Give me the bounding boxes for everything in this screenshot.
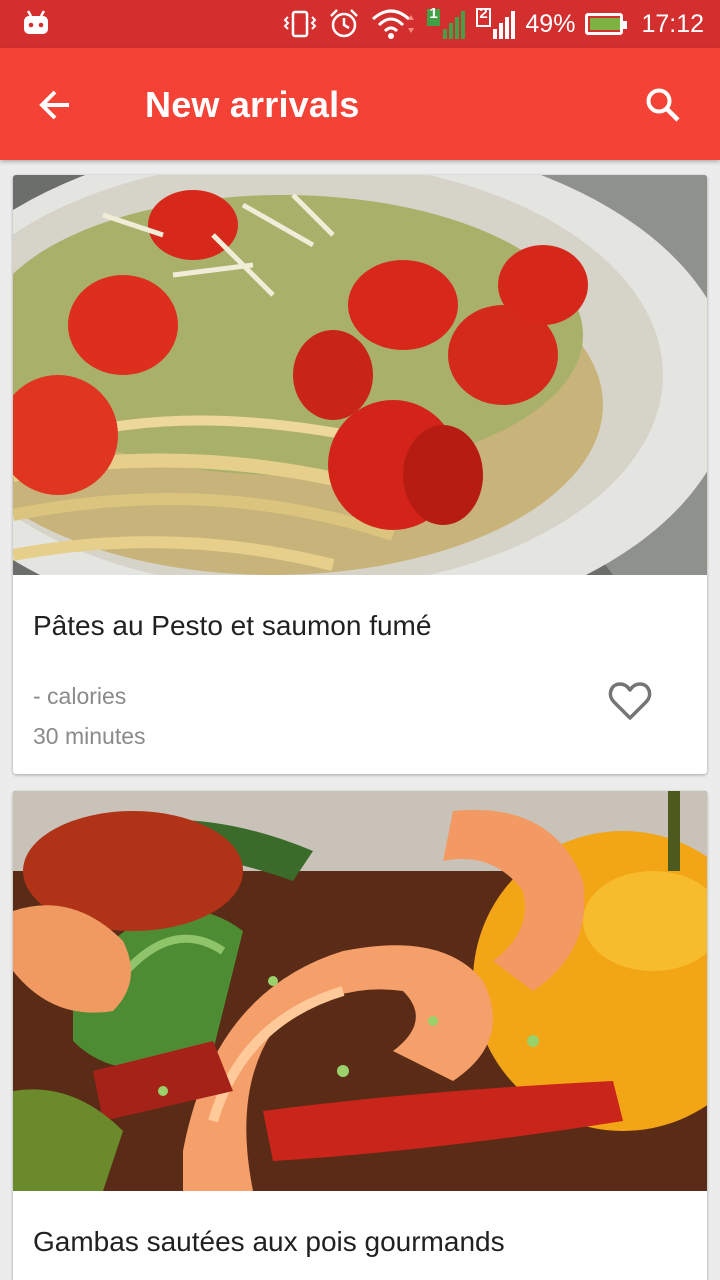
battery-percent: 49% [525,9,576,38]
back-button[interactable] [30,80,80,130]
recipe-name: Pâtes au Pesto et saumon fumé [33,610,432,641]
app-bar: New arrivals [0,48,720,160]
search-button[interactable] [638,80,688,130]
clock: 17:12 [641,9,704,38]
battery-icon [585,13,628,35]
recipe-photo[interactable] [13,791,707,1191]
page-title: New arrivals [145,84,360,125]
recipe-duration: 30 minutes [33,723,146,749]
recipe-name: Gambas sautées aux pois gourmands [33,1226,505,1257]
wifi-icon [372,9,415,39]
heart-outline-icon [608,682,652,720]
arrow-left-icon [39,90,69,120]
recipe-list[interactable]: Pâtes au Pesto et saumon fumé - calories… [0,160,720,1280]
recipe-card[interactable]: Gambas sautées aux pois gourmands [13,791,707,1280]
favorite-button[interactable] [605,678,655,724]
sim2-label: 2 [479,5,488,22]
sim1-label: 1 [429,5,438,22]
recipe-card[interactable]: Pâtes au Pesto et saumon fumé - calories… [13,175,707,774]
status-bar: 1 2 49% 17:12 [0,0,720,48]
vibrate-icon [283,10,317,38]
signal-sim1-icon: 1 [425,5,466,41]
alarm-icon [330,9,359,38]
recipe-calories: - calories [33,683,127,709]
signal-sim2-icon: 2 [475,5,516,41]
android-notification-icon [24,10,48,34]
status-icons: 1 2 49% 17:12 [283,0,704,48]
search-icon [646,88,680,122]
recipe-photo[interactable] [13,175,707,575]
